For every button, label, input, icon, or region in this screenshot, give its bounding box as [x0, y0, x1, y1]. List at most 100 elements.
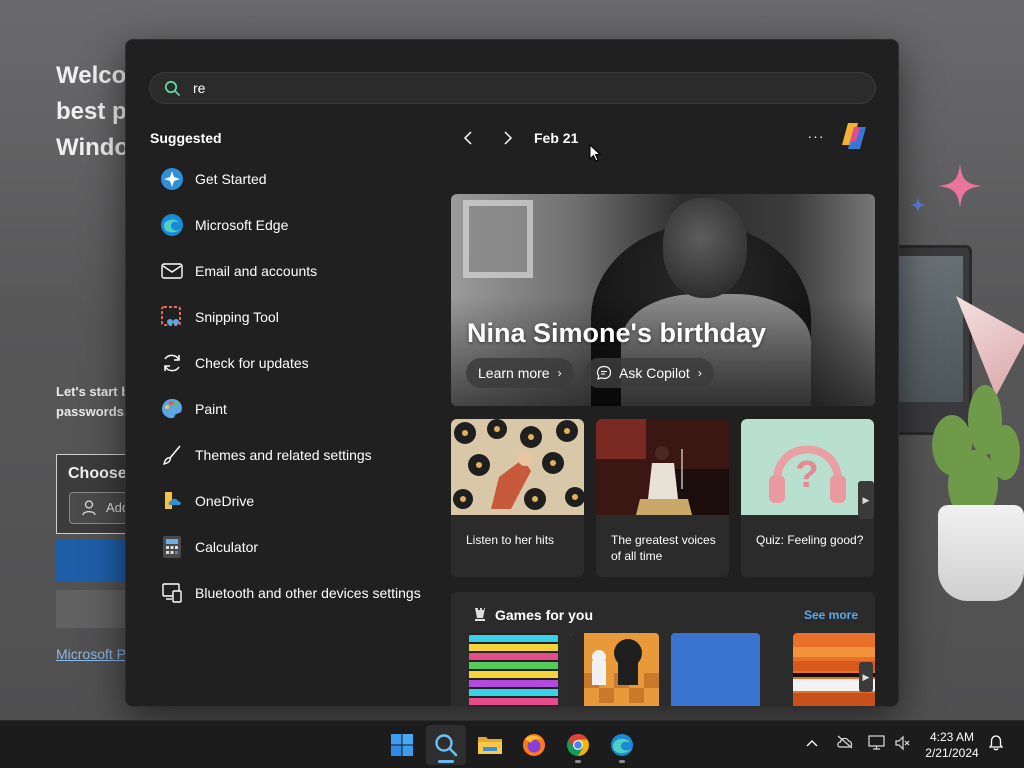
vinyl-records-image — [451, 419, 584, 515]
clock-date: 2/21/2024 — [925, 746, 979, 760]
running-indicator — [619, 760, 625, 763]
highlights-date: Feb 21 — [534, 130, 579, 146]
games-for-you-section: Games for you See more ▶ — [451, 592, 875, 707]
copilot-icon[interactable] — [838, 121, 870, 151]
file-explorer-button[interactable] — [470, 725, 510, 765]
previous-day-button[interactable] — [456, 126, 480, 150]
see-more-link[interactable]: See more — [804, 608, 858, 622]
more-options-button[interactable]: ··· — [804, 126, 828, 150]
suggested-item-label: Calculator — [195, 539, 259, 555]
small-sparkle-icon — [910, 197, 926, 213]
highlight-card-greatest-voices[interactable]: The greatest voices of all time — [596, 419, 729, 577]
edge-icon — [611, 734, 633, 756]
hero-title: Nina Simone's birthday — [467, 318, 766, 348]
suggested-item-email-and-accounts[interactable]: Email and accounts — [152, 248, 442, 294]
highlight-card-listen[interactable]: Listen to her hits — [451, 419, 584, 577]
portrait-face-image — [663, 198, 747, 298]
suggested-item-calculator[interactable]: Calculator — [152, 524, 442, 570]
choose-card-title: Choose — [68, 465, 127, 482]
running-indicator — [575, 760, 581, 763]
suggested-item-check-for-updates[interactable]: Check for updates — [152, 340, 442, 386]
chevron-right-icon — [504, 131, 513, 145]
show-hidden-icons-chevron-up-icon[interactable] — [806, 738, 818, 748]
learn-more-label: Learn more — [478, 365, 550, 381]
suggested-item-paint[interactable]: Paint — [152, 386, 442, 432]
suggested-list: Get Started Microsoft Edge Email and acc… — [152, 156, 442, 616]
suggested-item-bluetooth-and-other-devices-settings[interactable]: Bluetooth and other devices settings — [152, 570, 442, 616]
picture-frame-image — [463, 200, 533, 278]
card-caption: Quiz: Feeling good? — [756, 533, 864, 547]
file-explorer-icon — [478, 737, 502, 754]
sparkle-icon — [938, 164, 982, 208]
suggested-item-label: Get Started — [195, 171, 267, 187]
chess-piece-icon — [475, 608, 485, 621]
microsoft-privacy-link[interactable]: Microsoft P — [56, 646, 126, 662]
game-tile-stripes[interactable] — [469, 633, 558, 707]
active-indicator — [438, 760, 454, 763]
hero-gradient-overlay — [451, 296, 875, 406]
start-icon — [391, 734, 413, 756]
get-started-icon — [159, 166, 185, 192]
suggested-item-label: Themes and related settings — [195, 447, 372, 463]
hero-card-nina-simone[interactable]: Nina Simone's birthday Learn more › Ask … — [451, 194, 875, 406]
paint-icon — [159, 396, 185, 422]
devices-icon — [159, 580, 185, 606]
chrome-button[interactable] — [558, 725, 598, 765]
suggested-item-onedrive[interactable]: OneDrive — [152, 478, 442, 524]
network-icon[interactable] — [868, 735, 886, 751]
onedrive-icon — [159, 488, 185, 514]
mail-icon — [159, 258, 185, 284]
headphones-question-image: ? — [741, 419, 874, 515]
search-box[interactable] — [149, 72, 876, 104]
games-next-button[interactable]: ▶ — [859, 662, 873, 692]
learn-more-button[interactable]: Learn more › — [466, 358, 574, 388]
suggested-item-microsoft-edge[interactable]: Microsoft Edge — [152, 202, 442, 248]
brush-icon — [159, 442, 185, 468]
firefox-icon — [523, 734, 545, 756]
ask-copilot-button[interactable]: Ask Copilot › — [584, 358, 714, 388]
cards-next-button[interactable]: ▶ — [858, 481, 874, 519]
games-title: Games for you — [495, 607, 594, 623]
game-tile-chess[interactable] — [570, 633, 659, 707]
search-icon — [164, 80, 180, 96]
next-day-button[interactable] — [496, 126, 520, 150]
chrome-icon — [567, 734, 589, 756]
onedrive-cloud-icon[interactable] — [836, 735, 854, 749]
taskbar-clock[interactable]: 4:23 AM 2/21/2024 — [916, 729, 988, 761]
welcome-subtext: Let's start b passwords, — [56, 384, 129, 419]
search-icon — [435, 734, 458, 757]
start-button[interactable] — [382, 725, 422, 765]
chevron-right-icon: › — [557, 366, 562, 380]
suggested-item-label: OneDrive — [195, 493, 255, 509]
suggested-item-snipping-tool[interactable]: Snipping Tool — [152, 294, 442, 340]
suggested-item-label: Email and accounts — [195, 263, 318, 279]
notifications-bell-icon[interactable] — [989, 735, 1003, 751]
clock-time: 4:23 AM — [929, 730, 975, 744]
suggested-item-label: Paint — [195, 401, 227, 417]
card-caption: Listen to her hits — [466, 533, 555, 547]
edge-button[interactable] — [602, 725, 642, 765]
suggested-item-themes-and-related-settings[interactable]: Themes and related settings — [152, 432, 442, 478]
search-flyout: Suggested Get Started Microsoft Edge Ema… — [125, 39, 899, 707]
suggested-item-label: Bluetooth and other devices settings — [195, 585, 421, 601]
game-tile-blue[interactable] — [671, 633, 760, 707]
suggested-item-get-started[interactable]: Get Started — [152, 156, 442, 202]
cactus-pad — [990, 425, 1020, 480]
calculator-icon — [159, 534, 185, 560]
highlight-card-quiz[interactable]: ? Quiz: Feeling good? — [741, 419, 874, 577]
edge-icon — [159, 212, 185, 238]
ask-copilot-label: Ask Copilot — [619, 365, 690, 381]
firefox-button[interactable] — [514, 725, 554, 765]
singer-on-stage-image — [596, 419, 729, 515]
plant-pot-illustration — [938, 505, 1024, 601]
search-input[interactable] — [193, 73, 863, 103]
suggested-item-label: Check for updates — [195, 355, 309, 371]
chevron-right-icon: › — [697, 366, 702, 380]
chat-icon — [596, 365, 612, 380]
taskbar: 4:23 AM 2/21/2024 — [0, 720, 1024, 768]
taskbar-search-button[interactable] — [426, 725, 466, 765]
chevron-left-icon — [463, 131, 472, 145]
card-caption: The greatest voices of all time — [611, 533, 716, 563]
volume-muted-icon[interactable] — [894, 735, 910, 751]
person-icon — [82, 500, 96, 516]
